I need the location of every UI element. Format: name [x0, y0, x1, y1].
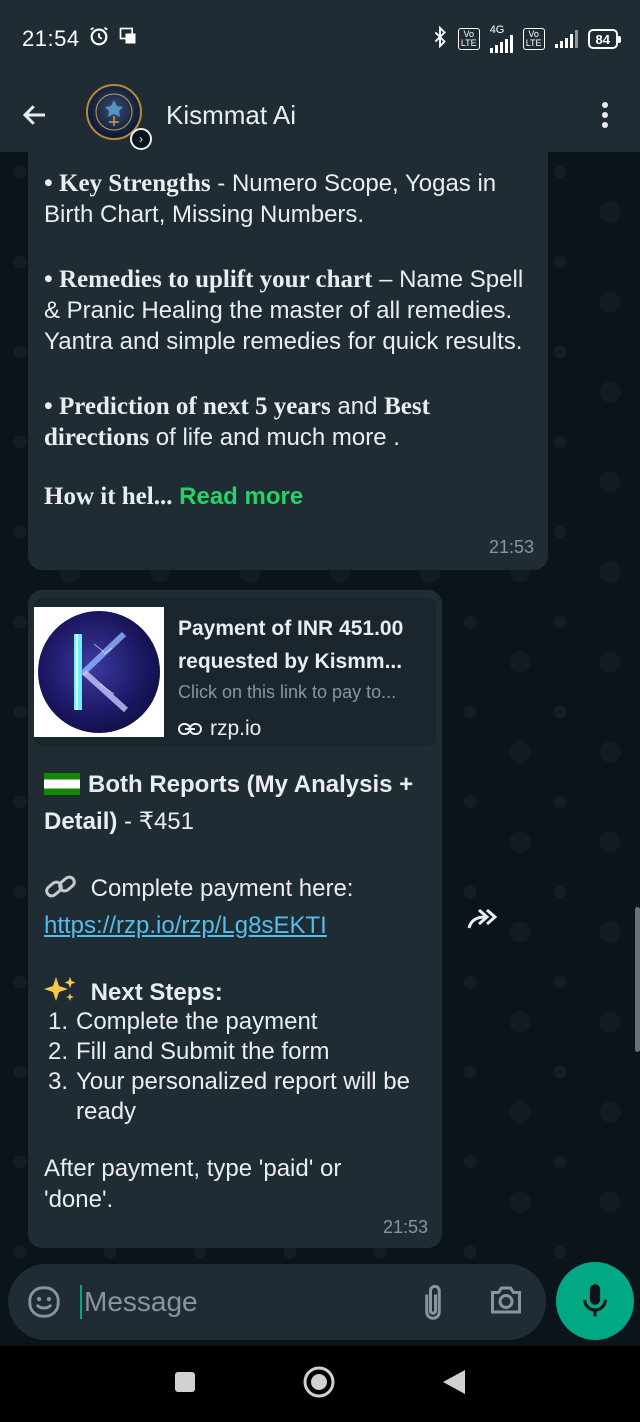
- camera-button[interactable]: [488, 1282, 524, 1323]
- step-number: 2.: [48, 1038, 69, 1065]
- bold-text: • Key Strengths: [44, 170, 211, 197]
- emoji-icon: [28, 1286, 60, 1318]
- reports-line: Both Reports (My Analysis + Detail) - ₹4…: [44, 766, 434, 840]
- step-text: Your personalized report will be ready: [76, 1068, 410, 1125]
- list-item: 3. Your personalized report will be ready: [48, 1067, 434, 1127]
- chat-header: › Kismmat Ai: [0, 78, 640, 152]
- forward-icon: [467, 908, 498, 929]
- payment-link[interactable]: https://rzp.io/rzp/Lg8sEKTI: [44, 912, 327, 939]
- battery-level: 84: [595, 31, 610, 47]
- network-type: 4G: [489, 24, 505, 36]
- signal-icon: [554, 30, 578, 48]
- message-line-prediction: • Prediction of next 5 years and Best di…: [44, 391, 534, 453]
- link-icon: [178, 723, 202, 735]
- chevron-right-icon: ›: [130, 128, 152, 150]
- line-text: of life and much more .: [149, 424, 400, 451]
- system-nav-bar: [0, 1346, 640, 1422]
- recents-button[interactable]: [173, 1370, 197, 1399]
- volte-icon: Vo LTE: [457, 28, 480, 50]
- bold-text: • Prediction of next 5 years: [44, 393, 331, 420]
- message-timestamp: 21:53: [382, 1217, 428, 1237]
- payment-line: Complete payment here: https://rzp.io/rz…: [44, 870, 434, 944]
- link-chain-icon: [44, 875, 91, 902]
- volte-icon-2: Vo LTE: [522, 28, 545, 50]
- camera-icon: [491, 1286, 521, 1314]
- scrollbar[interactable]: [635, 907, 640, 1052]
- text-cursor: [80, 1285, 82, 1319]
- message-line-truncated: How it hel... Read more: [44, 481, 534, 512]
- circle-icon: [303, 1366, 335, 1397]
- back-nav-button[interactable]: [441, 1368, 467, 1401]
- line-text: and: [330, 393, 385, 420]
- alarm-icon: [88, 25, 110, 53]
- after-payment-text: After payment, type 'paid' or 'done'.: [44, 1155, 342, 1213]
- more-vertical-icon: [602, 102, 608, 128]
- message-input-container[interactable]: Message: [8, 1264, 546, 1340]
- read-more-link[interactable]: Read more: [179, 483, 303, 510]
- emoji-button[interactable]: [8, 1285, 80, 1319]
- forward-button[interactable]: [460, 897, 504, 941]
- link-domain: rzp.io: [178, 717, 436, 741]
- status-time: 21:54: [22, 26, 80, 51]
- list-item: 1. Complete the payment: [48, 1007, 434, 1037]
- step-text: Complete the payment: [76, 1008, 318, 1035]
- square-icon: [174, 1371, 195, 1392]
- more-options-button[interactable]: [570, 78, 640, 152]
- message-bubble-2[interactable]: Payment of INR 451.00 requested by Kismm…: [28, 590, 442, 1248]
- bold-text: • Remedies to uplift your chart: [44, 266, 373, 293]
- flag-icon: [44, 773, 80, 795]
- microphone-icon: [583, 1284, 607, 1317]
- input-bar: Message: [0, 1260, 640, 1346]
- contact-name[interactable]: Kismmat Ai: [166, 100, 296, 131]
- reports-title: Both Reports (My Analysis + Detail): [44, 771, 414, 835]
- message-line-key-strengths: • Key Strengths - Numero Scope, Yogas in…: [44, 168, 534, 230]
- home-button[interactable]: [302, 1365, 336, 1404]
- next-steps-block: Next Steps: 1. Complete the payment 2. Fil…: [44, 974, 434, 1127]
- arrow-left-icon: [22, 105, 45, 125]
- attach-button[interactable]: [420, 1282, 446, 1327]
- status-bar: 21:54 Vo LTE 4G Vo LTE 84: [0, 0, 640, 78]
- message-timestamp: 21:53: [488, 537, 534, 557]
- truncated-text: How it hel...: [44, 483, 173, 510]
- message-line-remedies: • Remedies to uplift your chart – Name S…: [44, 264, 534, 357]
- back-button[interactable]: [0, 78, 70, 152]
- link-thumbnail: [34, 607, 164, 737]
- steps-list: 1. Complete the payment 2. Fill and Submit…: [48, 1007, 434, 1127]
- list-item: 2. Fill and Submit the form: [48, 1037, 434, 1067]
- link-title-line2: requested by Kismm...: [178, 650, 403, 673]
- mic-button[interactable]: [556, 1262, 634, 1340]
- screenshot-icon: [118, 26, 138, 52]
- bluetooth-icon: [432, 25, 448, 53]
- link-preview[interactable]: Payment of INR 451.00 requested by Kismm…: [34, 598, 436, 746]
- link-domain-text: rzp.io: [210, 717, 262, 740]
- signal-4g-icon: 4G: [489, 24, 513, 53]
- step-text: Fill and Submit the form: [76, 1038, 330, 1065]
- step-number: 3.: [48, 1068, 69, 1095]
- price-text: - ₹451: [117, 808, 194, 835]
- contact-avatar[interactable]: ›: [86, 84, 152, 150]
- message-bubble-1[interactable]: • Key Strengths - Numero Scope, Yogas in…: [28, 152, 548, 570]
- link-title-line1: Payment of INR 451.00: [178, 617, 404, 640]
- sparkles-icon: [44, 977, 91, 1006]
- paperclip-icon: [425, 1284, 441, 1320]
- battery-icon: 84: [587, 29, 622, 49]
- step-number: 1.: [48, 1008, 69, 1035]
- payment-prompt: Complete payment here:: [90, 875, 354, 902]
- link-description: Click on this link to pay to...: [178, 682, 397, 702]
- chat-area[interactable]: • Key Strengths - Numero Scope, Yogas in…: [0, 152, 640, 1260]
- next-steps-title: Next Steps:: [90, 979, 223, 1006]
- message-input[interactable]: Message: [84, 1286, 198, 1318]
- triangle-back-icon: [443, 1369, 466, 1394]
